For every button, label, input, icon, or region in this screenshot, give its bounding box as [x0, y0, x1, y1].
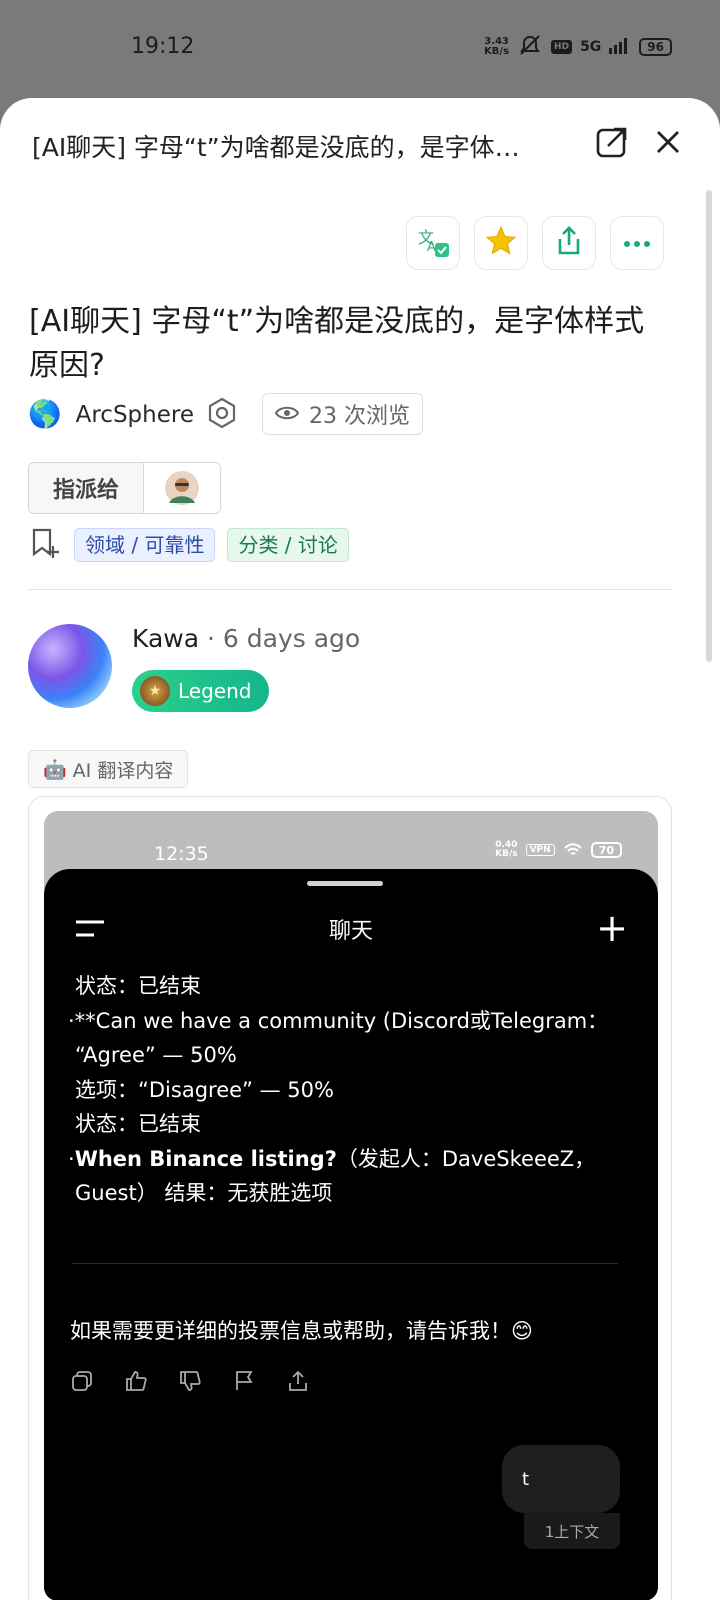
status-time: 19:12	[131, 34, 195, 59]
wifi-icon	[563, 843, 582, 855]
net-speed: 3.43 KB/s	[484, 36, 510, 57]
embedded-screenshot[interactable]: 12:35 0.40 KB/s VPN 70 聊天 + 状态：已结束 ·**Ca…	[44, 811, 658, 1600]
signal-icon	[609, 36, 631, 58]
sheet-title: [AI聊天] 字母“t”为啥都是没底的，是字体…	[32, 133, 520, 162]
network-label: 5G	[580, 39, 602, 55]
embedded-chat-sheet: 聊天 + 状态：已结束 ·**Can we have a community (…	[44, 869, 658, 1600]
globe-icon: 🌎	[28, 399, 62, 430]
topic-sheet: [AI聊天] 字母“t”为啥都是没底的，是字体… 文A [AI聊天] 字母“t”…	[0, 98, 720, 1600]
reply-header: Kawa · 6 days ago ★ Legend	[28, 624, 688, 714]
mute-icon	[517, 34, 543, 60]
eye-icon	[274, 402, 300, 427]
divider	[28, 589, 672, 590]
medal-icon: ★	[140, 676, 170, 706]
embedded-message-actions	[70, 1369, 310, 1393]
embedded-chat-text: 状态：已结束 ·**Can we have a community (Disco…	[68, 974, 609, 1205]
svg-text:A: A	[427, 240, 436, 255]
assign-label: 指派给	[29, 463, 144, 513]
hexagon-icon[interactable]	[206, 397, 238, 433]
category-link[interactable]: ArcSphere	[76, 402, 194, 428]
close-icon[interactable]	[650, 124, 686, 160]
reply-time: 6 days ago	[222, 624, 361, 653]
thumbs-down-icon	[180, 1371, 201, 1391]
hd-icon: HD	[551, 40, 573, 54]
views-count: 23 次浏览	[262, 393, 423, 435]
embedded-status-icons: 0.40 KB/s VPN 70	[495, 841, 622, 859]
battery-icon: 96	[639, 38, 672, 56]
status-icons: 3.43 KB/s HD 5G 96	[484, 34, 672, 60]
robot-icon: 🤖	[43, 758, 67, 781]
topic-title: [AI聊天] 字母“t”为啥都是没底的，是字体样式原因?	[29, 304, 645, 383]
embedded-title: 聊天	[328, 919, 373, 944]
scrollbar[interactable]	[706, 190, 712, 662]
more-button[interactable]	[610, 216, 664, 270]
vpn-icon: VPN	[525, 844, 555, 856]
embedded-message: 如果需要更详细的投票信息或帮助，请告诉我！😊	[70, 1319, 533, 1343]
star-icon	[484, 224, 518, 262]
thumbs-up-icon	[126, 1371, 147, 1391]
drag-handle	[307, 881, 383, 886]
bookmark-add-icon[interactable]	[28, 526, 62, 564]
legend-badge[interactable]: ★ Legend	[132, 670, 270, 712]
reply-author: Kawa · 6 days ago	[132, 624, 361, 653]
tags-row: 领域 / 可靠性 分类 / 讨论	[28, 526, 349, 564]
assignee-avatar[interactable]	[144, 463, 220, 513]
embedded-divider	[72, 1263, 618, 1264]
copy-icon	[72, 1371, 92, 1391]
embedded-user-bubble: t	[502, 1445, 620, 1513]
share-button[interactable]	[542, 216, 596, 270]
topic-meta: 🌎 ArcSphere	[28, 394, 238, 436]
ai-translation-chip[interactable]: 🤖 AI 翻译内容	[28, 750, 189, 788]
flag-icon	[236, 1371, 253, 1390]
upload-icon	[289, 1370, 307, 1391]
translate-icon: 文A	[415, 223, 451, 263]
tag-domain[interactable]: 领域 / 可靠性	[74, 528, 216, 562]
more-icon	[622, 234, 652, 253]
avatar[interactable]	[28, 624, 112, 708]
embedded-context-label: 1上下文	[524, 1513, 620, 1549]
open-external-icon[interactable]	[594, 124, 630, 160]
embedded-status-time: 12:35	[154, 843, 209, 865]
share-icon	[554, 225, 584, 261]
sheet-header: [AI聊天] 字母“t”为啥都是没底的，是字体…	[0, 98, 720, 188]
translate-button[interactable]: 文A	[406, 216, 460, 270]
embedded-battery-icon: 70	[590, 842, 622, 858]
tag-category[interactable]: 分类 / 讨论	[227, 528, 349, 562]
bookmark-button[interactable]	[474, 216, 528, 270]
plus-icon: +	[596, 906, 628, 950]
assign-control[interactable]: 指派给	[28, 462, 221, 514]
image-card[interactable]: 12:35 0.40 KB/s VPN 70 聊天 + 状态：已结束 ·**Ca…	[28, 796, 672, 1600]
